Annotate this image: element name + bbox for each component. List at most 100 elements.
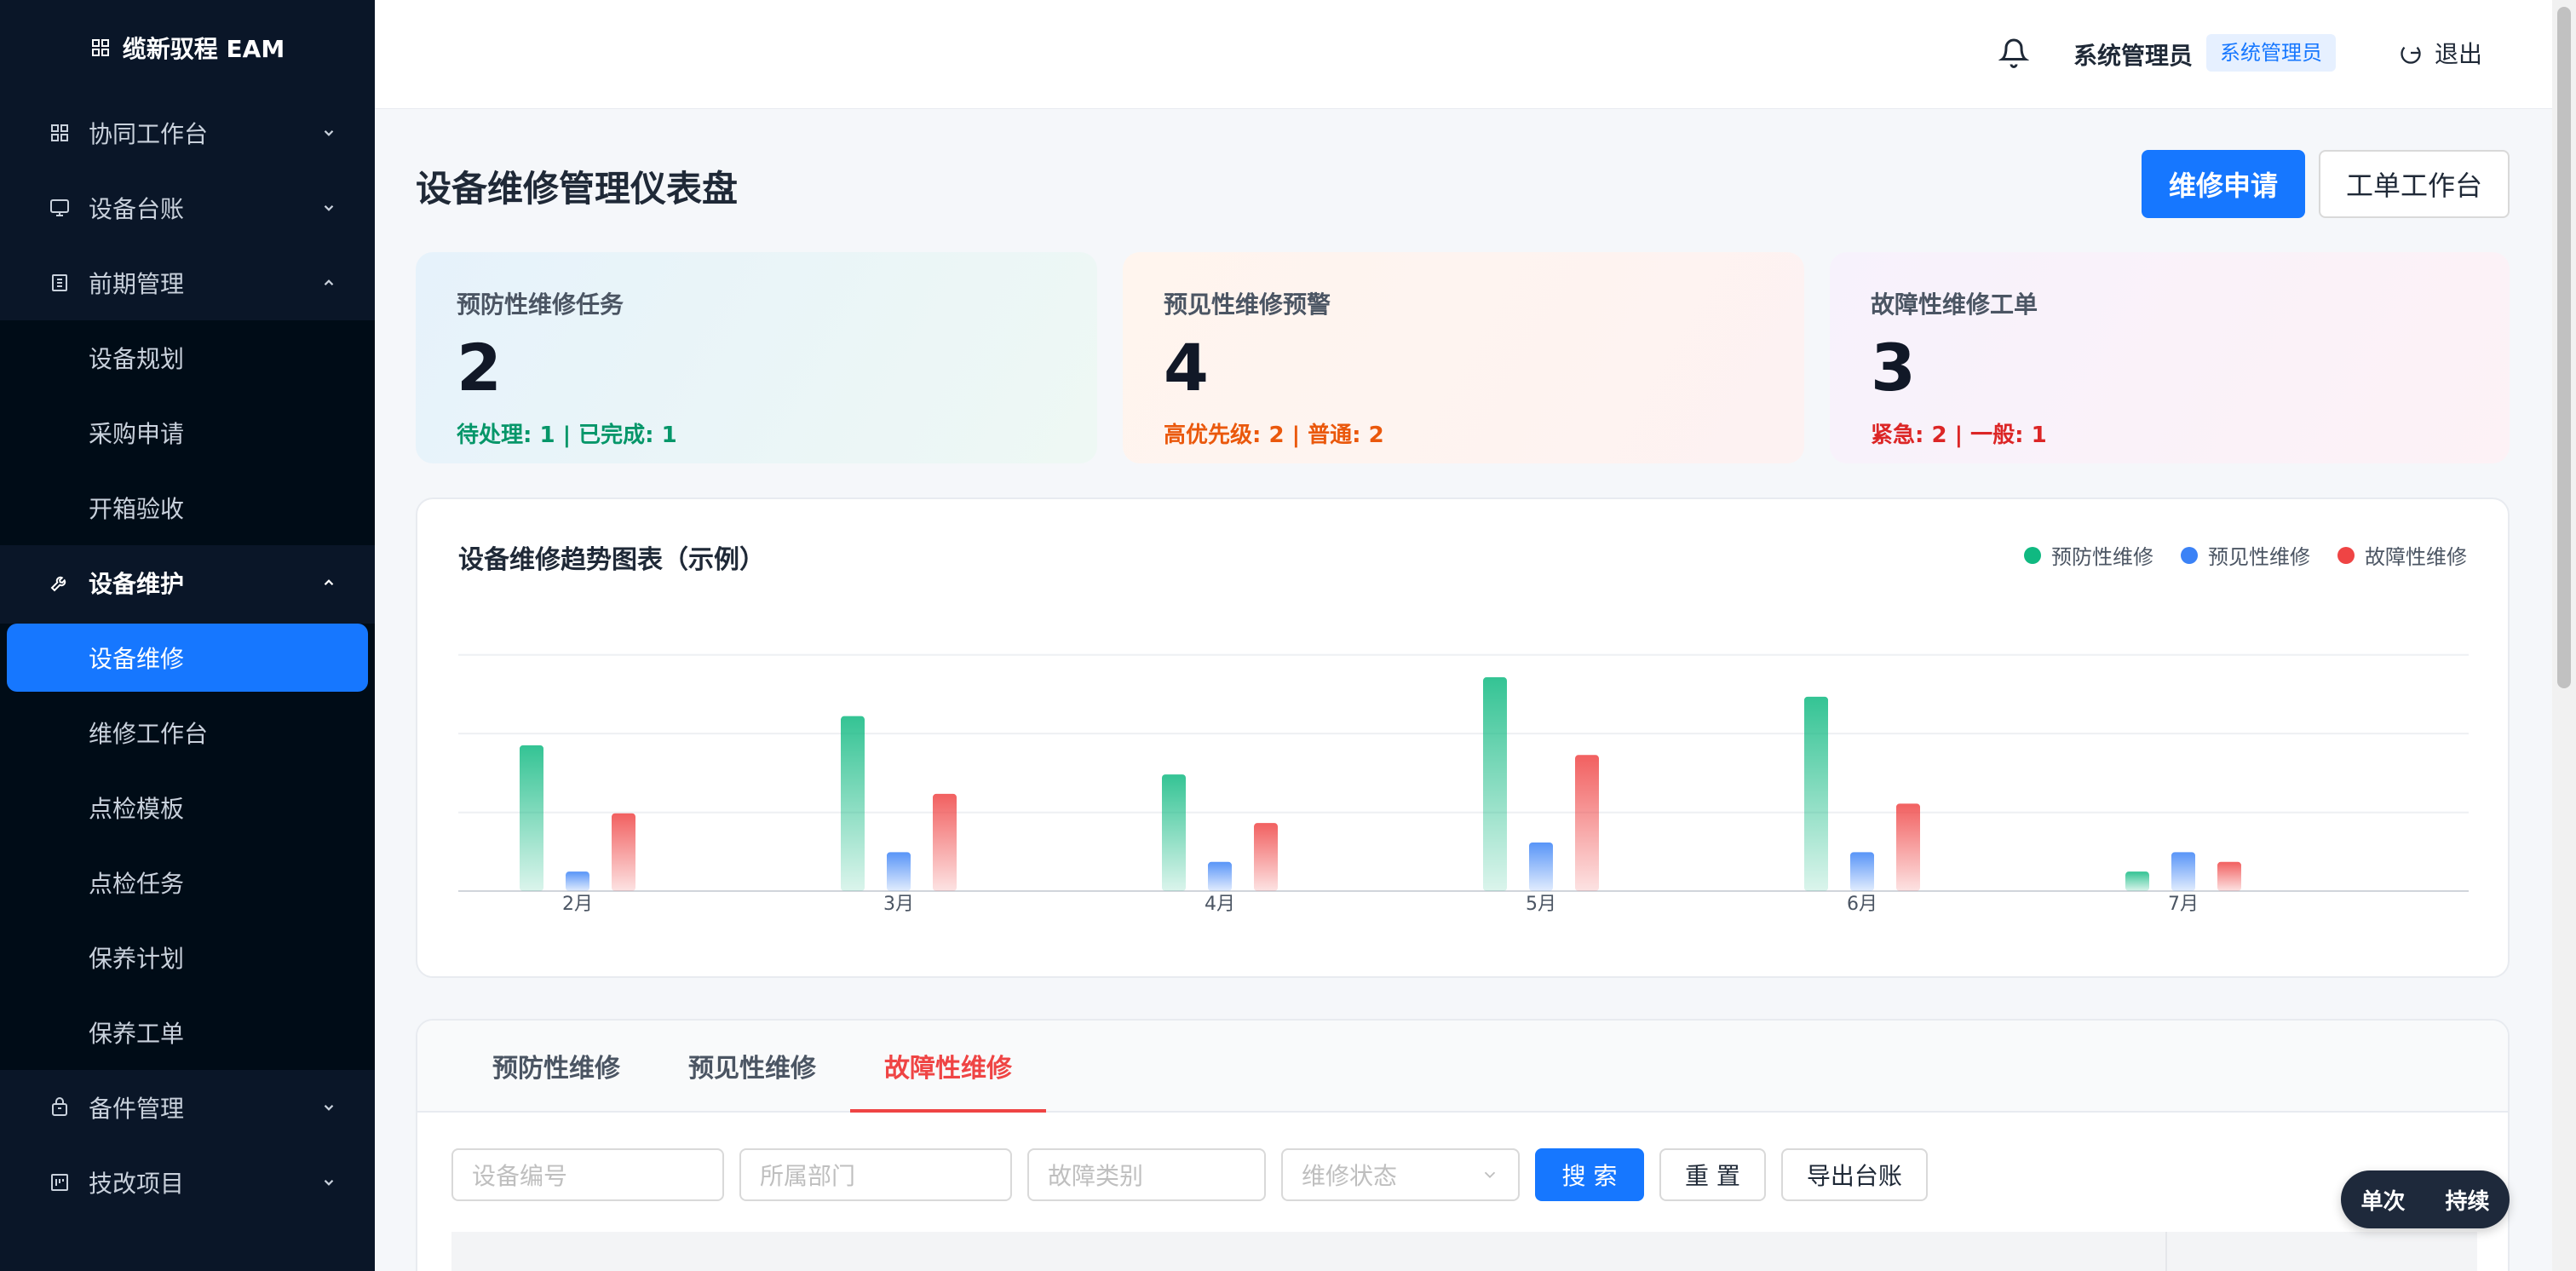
scrollbar-thumb[interactable]	[2557, 7, 2571, 688]
mode-continuous[interactable]: 持续	[2445, 1184, 2489, 1216]
search-button[interactable]: 搜 索	[1535, 1148, 1644, 1201]
chevron-down-icon	[320, 1174, 337, 1191]
maintenance-tabs-panel: 预防性维修 预见性维修 故障性维修 设备编号 所属部门 故障类别 维修状态 搜 …	[416, 1019, 2510, 1271]
department-input[interactable]: 所属部门	[739, 1148, 1012, 1201]
sidebar-group-maintenance[interactable]: 设备维护	[0, 545, 375, 620]
x-tick-label: 4月	[1205, 894, 1235, 915]
bar-preventive	[520, 745, 543, 891]
sidebar-item-inspection-task[interactable]: 点检任务	[0, 845, 375, 920]
chevron-up-icon	[320, 574, 337, 591]
x-tick-label: 5月	[1526, 894, 1556, 915]
x-tick-label: 7月	[2168, 894, 2199, 915]
bar-predictive	[1850, 852, 1874, 891]
bar-preventive	[1804, 696, 1828, 891]
legend-item-corrective[interactable]: 故障性维修	[2337, 540, 2467, 570]
device-no-input[interactable]: 设备编号	[451, 1148, 724, 1201]
sidebar-item-purchase[interactable]: 采购申请	[0, 395, 375, 470]
trend-chart: 2月 3月 4月 5月 6月 7月	[458, 653, 2469, 915]
stat-title: 预见性维修预警	[1164, 290, 1331, 319]
app-logo[interactable]: 缆新驭程 EAM	[0, 0, 375, 95]
status-select-placeholder: 维修状态	[1302, 1162, 1398, 1190]
bell-icon[interactable]	[1998, 36, 2030, 70]
legend-label: 故障性维修	[2365, 545, 2467, 569]
stat-card-predictive[interactable]: 预见性维修预警 4 高优先级: 2 | 普通: 2	[1123, 252, 1804, 463]
tab-predictive[interactable]: 预见性维修	[654, 1021, 850, 1111]
chevron-down-icon	[320, 1099, 337, 1116]
top-header: 系统管理员 系统管理员 退出	[375, 0, 2552, 109]
sidebar-item-inspection-template[interactable]: 点检模板	[0, 770, 375, 845]
sidebar-item-planning[interactable]: 设备规划	[0, 320, 375, 395]
tab-bar: 预防性维修 预见性维修 故障性维修	[417, 1021, 2508, 1113]
stat-title: 预防性维修任务	[457, 290, 624, 319]
logout-button[interactable]: 退出	[2399, 34, 2482, 72]
chevron-up-icon	[320, 274, 337, 291]
table-header	[451, 1232, 2477, 1271]
workorder-workbench-button[interactable]: 工单工作台	[2319, 150, 2510, 218]
sidebar-group-early[interactable]: 前期管理	[0, 245, 375, 320]
reset-button[interactable]: 重 置	[1659, 1148, 1766, 1201]
user-name[interactable]: 系统管理员	[2073, 37, 2193, 72]
tab-corrective[interactable]: 故障性维修	[850, 1021, 1046, 1113]
stat-card-corrective[interactable]: 故障性维修工单 3 紧急: 2 | 一般: 1	[1830, 252, 2510, 463]
bar-predictive	[1208, 861, 1232, 891]
grid-icon	[91, 39, 109, 56]
sidebar-item-repair-workbench[interactable]: 维修工作台	[0, 695, 375, 770]
legend-label: 预见性维修	[2208, 545, 2310, 569]
status-select[interactable]: 维修状态	[1281, 1148, 1520, 1201]
bar-predictive	[566, 871, 589, 891]
building-icon	[48, 271, 72, 295]
sidebar-item-repair[interactable]: 设备维修	[7, 624, 368, 692]
bar-corrective	[1254, 823, 1278, 891]
sidebar-group-collab[interactable]: 协同工作台	[0, 95, 375, 170]
sidebar-item-unboxing[interactable]: 开箱验收	[0, 470, 375, 545]
bar-corrective	[933, 793, 957, 891]
stat-value: 4	[1164, 330, 1209, 405]
legend-label: 预防性维修	[2051, 545, 2153, 569]
bar-preventive	[2125, 871, 2149, 891]
trend-chart-card: 设备维修趋势图表（示例） 预防性维修 预见性维修 故障性维修 2月 3月 4月 5月 6…	[416, 497, 2510, 978]
mode-single[interactable]: 单次	[2360, 1184, 2405, 1216]
app-title: 缆新驭程 EAM	[122, 35, 285, 63]
sidebar-item-maintenance-plan[interactable]: 保养计划	[0, 920, 375, 995]
sidebar-group-ledger[interactable]: 设备台账	[0, 170, 375, 245]
x-tick-label: 2月	[562, 894, 593, 915]
sidebar-group-label: 协同工作台	[89, 120, 209, 148]
sidebar-group-projects[interactable]: 技改项目	[0, 1145, 375, 1220]
sidebar-group-label: 设备台账	[89, 195, 185, 223]
grid-icon	[48, 121, 72, 145]
page-scrollbar[interactable]	[2552, 0, 2576, 1271]
logout-label: 退出	[2435, 40, 2483, 68]
submenu-maintenance: 设备维修 维修工作台 点检模板 点检任务 保养计划 保养工单	[0, 624, 375, 1070]
legend-item-preventive[interactable]: 预防性维修	[2024, 540, 2153, 570]
tab-preventive[interactable]: 预防性维修	[458, 1021, 654, 1111]
chevron-down-icon	[1484, 1171, 1496, 1179]
wrench-icon	[48, 571, 72, 595]
bar-predictive	[887, 852, 911, 891]
stat-subtext: 紧急: 2 | 一般: 1	[1871, 423, 2047, 448]
export-ledger-button[interactable]: 导出台账	[1780, 1148, 1928, 1201]
sidebar-item-maintenance-order[interactable]: 保养工单	[0, 995, 375, 1070]
chart-title: 设备维修趋势图表（示例）	[458, 545, 765, 575]
fault-type-input[interactable]: 故障类别	[1027, 1148, 1266, 1201]
bar-corrective	[1896, 803, 1920, 891]
mode-toggle[interactable]: 单次 持续	[2341, 1170, 2510, 1228]
stat-card-preventive[interactable]: 预防性维修任务 2 待处理: 1 | 已完成: 1	[416, 252, 1097, 463]
repair-request-button[interactable]: 维修申请	[2142, 150, 2305, 218]
bar-corrective	[2217, 861, 2241, 891]
bar-preventive	[1162, 774, 1186, 891]
legend-item-predictive[interactable]: 预见性维修	[2181, 540, 2310, 570]
stat-value: 2	[457, 330, 502, 405]
legend-dot	[2181, 546, 2198, 564]
bar-predictive	[2171, 852, 2195, 891]
project-icon	[48, 1170, 72, 1194]
sidebar-group-label: 前期管理	[89, 270, 185, 298]
x-tick-label: 6月	[1847, 894, 1877, 915]
legend-dot	[2337, 546, 2355, 564]
role-badge: 系统管理员	[2206, 34, 2336, 72]
chevron-down-icon	[320, 199, 337, 216]
bar-preventive	[1483, 677, 1507, 891]
chart-legend: 预防性维修 预见性维修 故障性维修	[2024, 540, 2467, 570]
bar-corrective	[612, 813, 635, 891]
sidebar-group-spares[interactable]: 备件管理	[0, 1070, 375, 1145]
bar-corrective	[1575, 755, 1599, 891]
